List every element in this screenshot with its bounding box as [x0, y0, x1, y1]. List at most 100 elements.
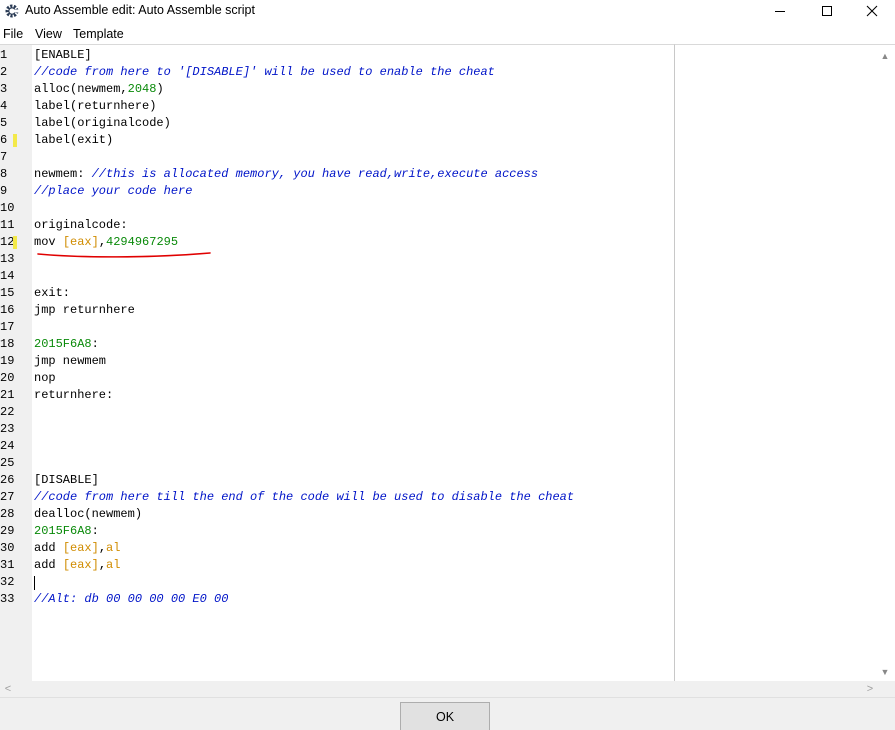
line-number: 16 [0, 303, 15, 317]
code-token: 2015F6A8 [34, 524, 92, 538]
code-line[interactable]: //place your code here [34, 183, 192, 200]
code-token: //code from here till the end of the cod… [34, 490, 575, 504]
scroll-down-arrow-icon[interactable]: ▼ [876, 664, 894, 680]
line-number: 24 [0, 439, 15, 453]
code-token: label(exit) [34, 133, 114, 147]
code-line[interactable]: 2015F6A8: [34, 523, 99, 540]
menu-file[interactable]: File [3, 27, 23, 41]
title-bar: Auto Assemble edit: Auto Assemble script [0, 0, 895, 22]
line-number: 11 [0, 218, 15, 232]
code-token: 2048 [127, 82, 157, 96]
minimize-button[interactable] [757, 0, 803, 22]
window-title: Auto Assemble edit: Auto Assemble script [25, 3, 255, 17]
code-token: : [91, 524, 99, 538]
modified-line-marker [13, 134, 17, 147]
code-token: al [106, 541, 121, 555]
line-number: 14 [0, 269, 15, 283]
code-line[interactable]: 2015F6A8: [34, 336, 99, 353]
code-line[interactable]: jmp returnhere [34, 302, 135, 319]
code-token: //place your code here [34, 184, 193, 198]
code-editor[interactable]: 1 2 3 4 5 6 7 8 9 10 11 12 13 14 15 16 17 18 19 20 21 22 23 24 2… [0, 44, 674, 681]
code-token: 4294967295 [106, 235, 179, 249]
scroll-left-arrow-icon[interactable]: < [0, 681, 16, 697]
code-line[interactable]: nop [34, 370, 56, 387]
line-number: 9 [0, 184, 8, 198]
code-token: [eax] [62, 558, 99, 572]
code-token: jmp newmem [34, 354, 107, 368]
code-token: ) [156, 82, 164, 96]
line-number: 3 [0, 82, 8, 96]
code-token: jmp returnhere [34, 303, 135, 317]
code-token: , [98, 541, 107, 555]
code-line[interactable]: //Alt: db 00 00 00 00 E0 00 [34, 591, 228, 608]
ok-button[interactable]: OK [400, 702, 490, 730]
code-line[interactable]: alloc(newmem,2048) [34, 81, 164, 98]
line-number: 5 [0, 116, 8, 130]
maximize-icon [822, 6, 832, 16]
line-number-gutter: 1 2 3 4 5 6 7 8 9 10 11 12 13 14 15 16 17 18 19 20 21 22 23 24 2… [0, 45, 32, 681]
line-number: 22 [0, 405, 15, 419]
code-line[interactable]: [DISABLE] [34, 472, 99, 489]
code-token: al [106, 558, 121, 572]
code-line[interactable]: returnhere: [34, 387, 113, 404]
code-token: //Alt: db 00 00 00 00 E0 00 [34, 592, 229, 606]
code-line[interactable]: label(exit) [34, 132, 113, 149]
code-line[interactable]: //code from here till the end of the cod… [34, 489, 574, 506]
close-button[interactable] [849, 0, 895, 22]
line-number: 26 [0, 473, 15, 487]
dialog-button-bar: OK [0, 697, 895, 730]
code-token: , [98, 558, 107, 572]
code-token: dealloc(newmem) [34, 507, 143, 521]
menu-bar: File View Template [0, 24, 895, 44]
line-number: 4 [0, 99, 8, 113]
line-number: 33 [0, 592, 15, 606]
line-number: 19 [0, 354, 15, 368]
line-number: 32 [0, 575, 15, 589]
code-token: : [91, 337, 99, 351]
line-number: 31 [0, 558, 15, 572]
code-line[interactable]: add [eax],al [34, 557, 120, 574]
code-line[interactable]: dealloc(newmem) [34, 506, 142, 523]
horizontal-scrollbar[interactable]: < > [0, 681, 895, 697]
code-token: exit: [34, 286, 71, 300]
modified-line-marker [13, 236, 17, 249]
line-number: 17 [0, 320, 15, 334]
line-number: 25 [0, 456, 15, 470]
code-line[interactable]: label(returnhere) [34, 98, 156, 115]
code-token: add [34, 541, 63, 555]
code-token: add [34, 558, 63, 572]
code-token: label(returnhere) [34, 99, 157, 113]
code-line[interactable]: //code from here to '[DISABLE]' will be … [34, 64, 495, 81]
code-line[interactable]: originalcode: [34, 217, 128, 234]
code-token: mov [34, 235, 63, 249]
line-number: 29 [0, 524, 15, 538]
line-number: 18 [0, 337, 15, 351]
code-line[interactable]: mov [eax],4294967295 [34, 234, 178, 251]
line-number: 27 [0, 490, 15, 504]
menu-view[interactable]: View [35, 27, 62, 41]
code-token: [eax] [62, 235, 99, 249]
code-token: newmem: [34, 167, 92, 181]
line-number: 13 [0, 252, 15, 266]
code-line[interactable]: newmem: //this is allocated memory, you … [34, 166, 538, 183]
line-number: 23 [0, 422, 15, 436]
code-token: originalcode: [34, 218, 128, 232]
line-number: 15 [0, 286, 15, 300]
text-caret [34, 576, 35, 590]
code-line[interactable]: add [eax],al [34, 540, 120, 557]
code-line[interactable]: exit: [34, 285, 70, 302]
line-number: 1 [0, 48, 8, 62]
line-number: 10 [0, 201, 15, 215]
scroll-up-arrow-icon[interactable]: ▲ [876, 48, 894, 64]
code-line[interactable]: [ENABLE] [34, 47, 92, 64]
line-number: 30 [0, 541, 15, 555]
menu-template[interactable]: Template [73, 27, 124, 41]
cheat-engine-gear-icon[interactable] [4, 3, 20, 19]
code-line[interactable]: label(originalcode) [34, 115, 171, 132]
scroll-right-arrow-icon[interactable]: > [862, 681, 878, 697]
maximize-button[interactable] [804, 0, 850, 22]
line-number: 28 [0, 507, 15, 521]
code-line[interactable]: jmp newmem [34, 353, 106, 370]
code-token: 2015F6A8 [34, 337, 92, 351]
line-number: 20 [0, 371, 15, 385]
